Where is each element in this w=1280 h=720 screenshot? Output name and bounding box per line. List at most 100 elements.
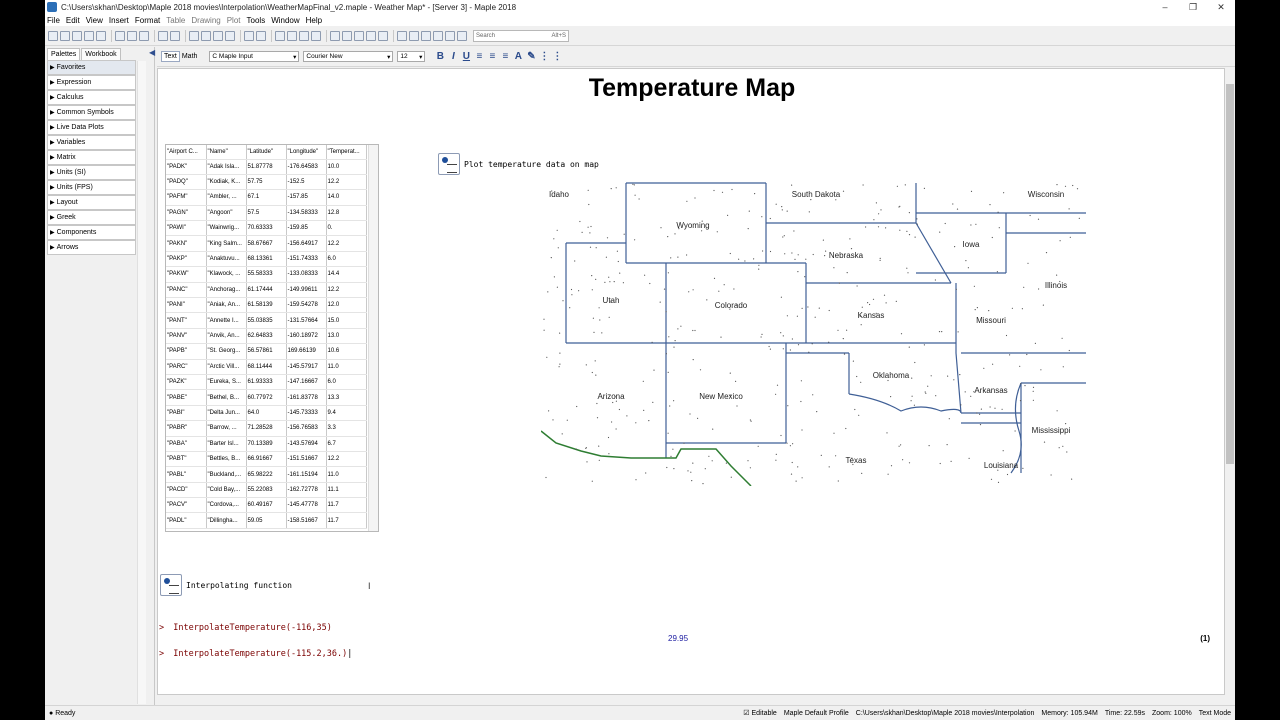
table-cell[interactable]: 71.28528 bbox=[246, 420, 287, 437]
table-cell[interactable]: 12.0 bbox=[326, 297, 367, 314]
worksheet[interactable]: Temperature Map "Airport C... "Name" "Lati… bbox=[157, 68, 1225, 695]
table-cell[interactable]: "Barrow, ... bbox=[206, 420, 247, 437]
table-cell[interactable]: "PACV" bbox=[166, 497, 207, 514]
table-cell[interactable]: "PADL" bbox=[166, 512, 207, 529]
restart-icon[interactable] bbox=[366, 30, 376, 41]
bullet-list-icon[interactable]: ⋮ bbox=[539, 51, 549, 62]
table-cell[interactable]: 169.66139 bbox=[286, 343, 327, 360]
table-cell[interactable]: "Anchorag... bbox=[206, 282, 247, 299]
menu-format[interactable]: Format bbox=[135, 16, 160, 25]
print-preview-icon[interactable] bbox=[96, 30, 106, 41]
input-line-2[interactable]: > InterpolateTemperature(-115.2,36.)| bbox=[159, 649, 352, 659]
table-cell[interactable]: 58.67667 bbox=[246, 235, 287, 252]
outdent-icon[interactable] bbox=[256, 30, 266, 41]
table-cell[interactable]: -161.15194 bbox=[286, 466, 327, 483]
input-1[interactable]: InterpolateTemperature(-116,35) bbox=[173, 623, 332, 633]
open-icon[interactable] bbox=[60, 30, 70, 41]
table-cell[interactable]: "Anvik, An... bbox=[206, 328, 247, 345]
cut-icon[interactable] bbox=[115, 30, 125, 41]
table-cell[interactable]: "PAPB" bbox=[166, 343, 207, 360]
document-scrollbar[interactable] bbox=[1225, 68, 1235, 695]
table-cell[interactable]: "Cold Bay,... bbox=[206, 482, 247, 499]
table-cell[interactable]: -158.51667 bbox=[286, 512, 327, 529]
insert-math-icon[interactable] bbox=[189, 30, 199, 41]
paragraph-icon[interactable] bbox=[225, 30, 235, 41]
table-cell[interactable]: "PABR" bbox=[166, 420, 207, 437]
forward-icon[interactable] bbox=[287, 30, 297, 41]
size-dropdown[interactable]: 12 ▾ bbox=[397, 51, 426, 62]
table-cell[interactable]: 15.0 bbox=[326, 312, 367, 329]
table-cell[interactable]: 6.0 bbox=[326, 251, 367, 268]
table-cell[interactable]: 66.91667 bbox=[246, 451, 287, 468]
table-cell[interactable]: 13.0 bbox=[326, 328, 367, 345]
menu-table[interactable]: Table bbox=[166, 16, 185, 25]
menu-view[interactable]: View bbox=[86, 16, 103, 25]
table-cell[interactable]: "Adak Isla... bbox=[206, 159, 247, 175]
table-cell[interactable]: 68.11444 bbox=[246, 359, 287, 375]
table-cell[interactable]: "PAGN" bbox=[166, 205, 207, 222]
table-cell[interactable]: "PABI" bbox=[166, 405, 207, 422]
recycle-icon[interactable] bbox=[299, 30, 309, 41]
table-cell[interactable]: 11.0 bbox=[326, 466, 367, 483]
tab-palettes[interactable]: Palettes bbox=[47, 48, 81, 60]
table-cell[interactable]: -151.74333 bbox=[286, 251, 327, 268]
table-cell[interactable]: 12.2 bbox=[326, 174, 367, 191]
table-cell[interactable]: -157.85 bbox=[286, 189, 327, 206]
table-cell[interactable]: 14.4 bbox=[326, 266, 367, 283]
scrollbar-thumb[interactable] bbox=[1226, 84, 1234, 464]
palette-arrows[interactable]: ▶ Arrows bbox=[47, 240, 136, 255]
menu-file[interactable]: File bbox=[47, 16, 60, 25]
table-cell[interactable]: 14.0 bbox=[326, 189, 367, 206]
palette-variables[interactable]: ▶ Variables bbox=[47, 135, 136, 150]
palette-live-data-plots[interactable]: ▶ Live Data Plots bbox=[47, 120, 136, 135]
table-cell[interactable]: -143.57694 bbox=[286, 436, 327, 452]
table-cell[interactable]: 61.93333 bbox=[246, 374, 287, 391]
table-cell[interactable]: "Ambler, ... bbox=[206, 189, 247, 206]
table-cell[interactable]: "Delta Jun... bbox=[206, 405, 247, 422]
table-cell[interactable]: "Klawock, ... bbox=[206, 266, 247, 283]
table-cell[interactable]: -162.72778 bbox=[286, 482, 327, 499]
table-icon[interactable] bbox=[433, 30, 443, 41]
table-cell[interactable]: "PANI" bbox=[166, 297, 207, 314]
undo-icon[interactable] bbox=[158, 30, 168, 41]
section-icon[interactable] bbox=[160, 574, 182, 596]
table-cell[interactable]: 59.05 bbox=[246, 512, 287, 529]
table-cell[interactable]: -145.73333 bbox=[286, 405, 327, 422]
table-cell[interactable]: 61.17444 bbox=[246, 282, 287, 299]
table-cell[interactable]: 68.13361 bbox=[246, 251, 287, 268]
menu-help[interactable]: Help bbox=[306, 16, 322, 25]
link-icon[interactable] bbox=[378, 30, 388, 41]
table-cell[interactable]: -161.83778 bbox=[286, 389, 327, 406]
column-header[interactable]: "Longitude" bbox=[286, 145, 327, 160]
stop-icon[interactable] bbox=[342, 30, 352, 41]
table-cell[interactable]: 55.58333 bbox=[246, 266, 287, 283]
indent-icon[interactable] bbox=[244, 30, 254, 41]
table-cell[interactable]: -133.08333 bbox=[286, 266, 327, 283]
insert-text-icon[interactable] bbox=[201, 30, 211, 41]
zoom-icon[interactable] bbox=[311, 30, 321, 41]
table-cell[interactable]: 9.4 bbox=[326, 405, 367, 422]
highlight-icon[interactable]: A bbox=[513, 51, 523, 62]
table-cell[interactable]: "PABL" bbox=[166, 466, 207, 483]
bold-button[interactable]: B bbox=[435, 51, 445, 62]
table-cell[interactable]: "Annette I... bbox=[206, 312, 247, 329]
table-cell[interactable]: -156.76583 bbox=[286, 420, 327, 437]
close-button[interactable]: ✕ bbox=[1207, 0, 1235, 14]
table-cell[interactable]: "Cordova,... bbox=[206, 497, 247, 514]
menu-plot[interactable]: Plot bbox=[227, 16, 241, 25]
table-cell[interactable]: 11.1 bbox=[326, 482, 367, 499]
table-cell[interactable]: 57.5 bbox=[246, 205, 287, 222]
table-cell[interactable]: 70.13389 bbox=[246, 436, 287, 452]
menu-drawing[interactable]: Drawing bbox=[191, 16, 220, 25]
section-icon[interactable] bbox=[438, 153, 460, 175]
table-cell[interactable]: 70.63333 bbox=[246, 220, 287, 237]
palette-greek[interactable]: ▶ Greek bbox=[47, 210, 136, 225]
table-cell[interactable]: 51.87778 bbox=[246, 159, 287, 175]
menu-insert[interactable]: Insert bbox=[109, 16, 129, 25]
table-cell[interactable]: 11.7 bbox=[326, 497, 367, 514]
table-cell[interactable]: 13.3 bbox=[326, 389, 367, 406]
math-mode-button[interactable]: Math bbox=[180, 52, 200, 61]
table-cell[interactable]: "PAKN" bbox=[166, 235, 207, 252]
column-header[interactable]: "Temperat... bbox=[326, 145, 367, 160]
menu-tools[interactable]: Tools bbox=[247, 16, 266, 25]
